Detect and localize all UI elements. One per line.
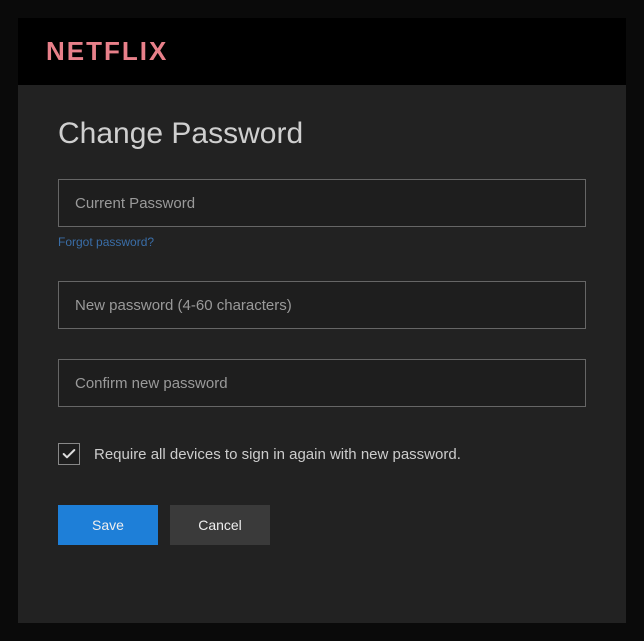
confirm-password-input[interactable] [58,359,586,407]
new-password-group [58,281,586,329]
current-password-group: Forgot password? [58,179,586,251]
require-signin-label: Require all devices to sign in again wit… [94,446,461,463]
current-password-input[interactable] [58,179,586,227]
new-password-input[interactable] [58,281,586,329]
require-signin-row: Require all devices to sign in again wit… [58,443,586,465]
confirm-password-group [58,359,586,407]
header: NETFLIX [18,18,626,85]
require-signin-checkbox[interactable] [58,443,80,465]
netflix-logo: NETFLIX [46,36,598,67]
forgot-password-link[interactable]: Forgot password? [58,235,154,249]
page-container: NETFLIX Change Password Forgot password?… [18,18,626,623]
page-title: Change Password [58,117,586,151]
cancel-button[interactable]: Cancel [170,505,270,545]
content: Change Password Forgot password? Require… [18,85,626,623]
save-button[interactable]: Save [58,505,158,545]
button-row: Save Cancel [58,505,586,545]
check-icon [61,446,77,462]
